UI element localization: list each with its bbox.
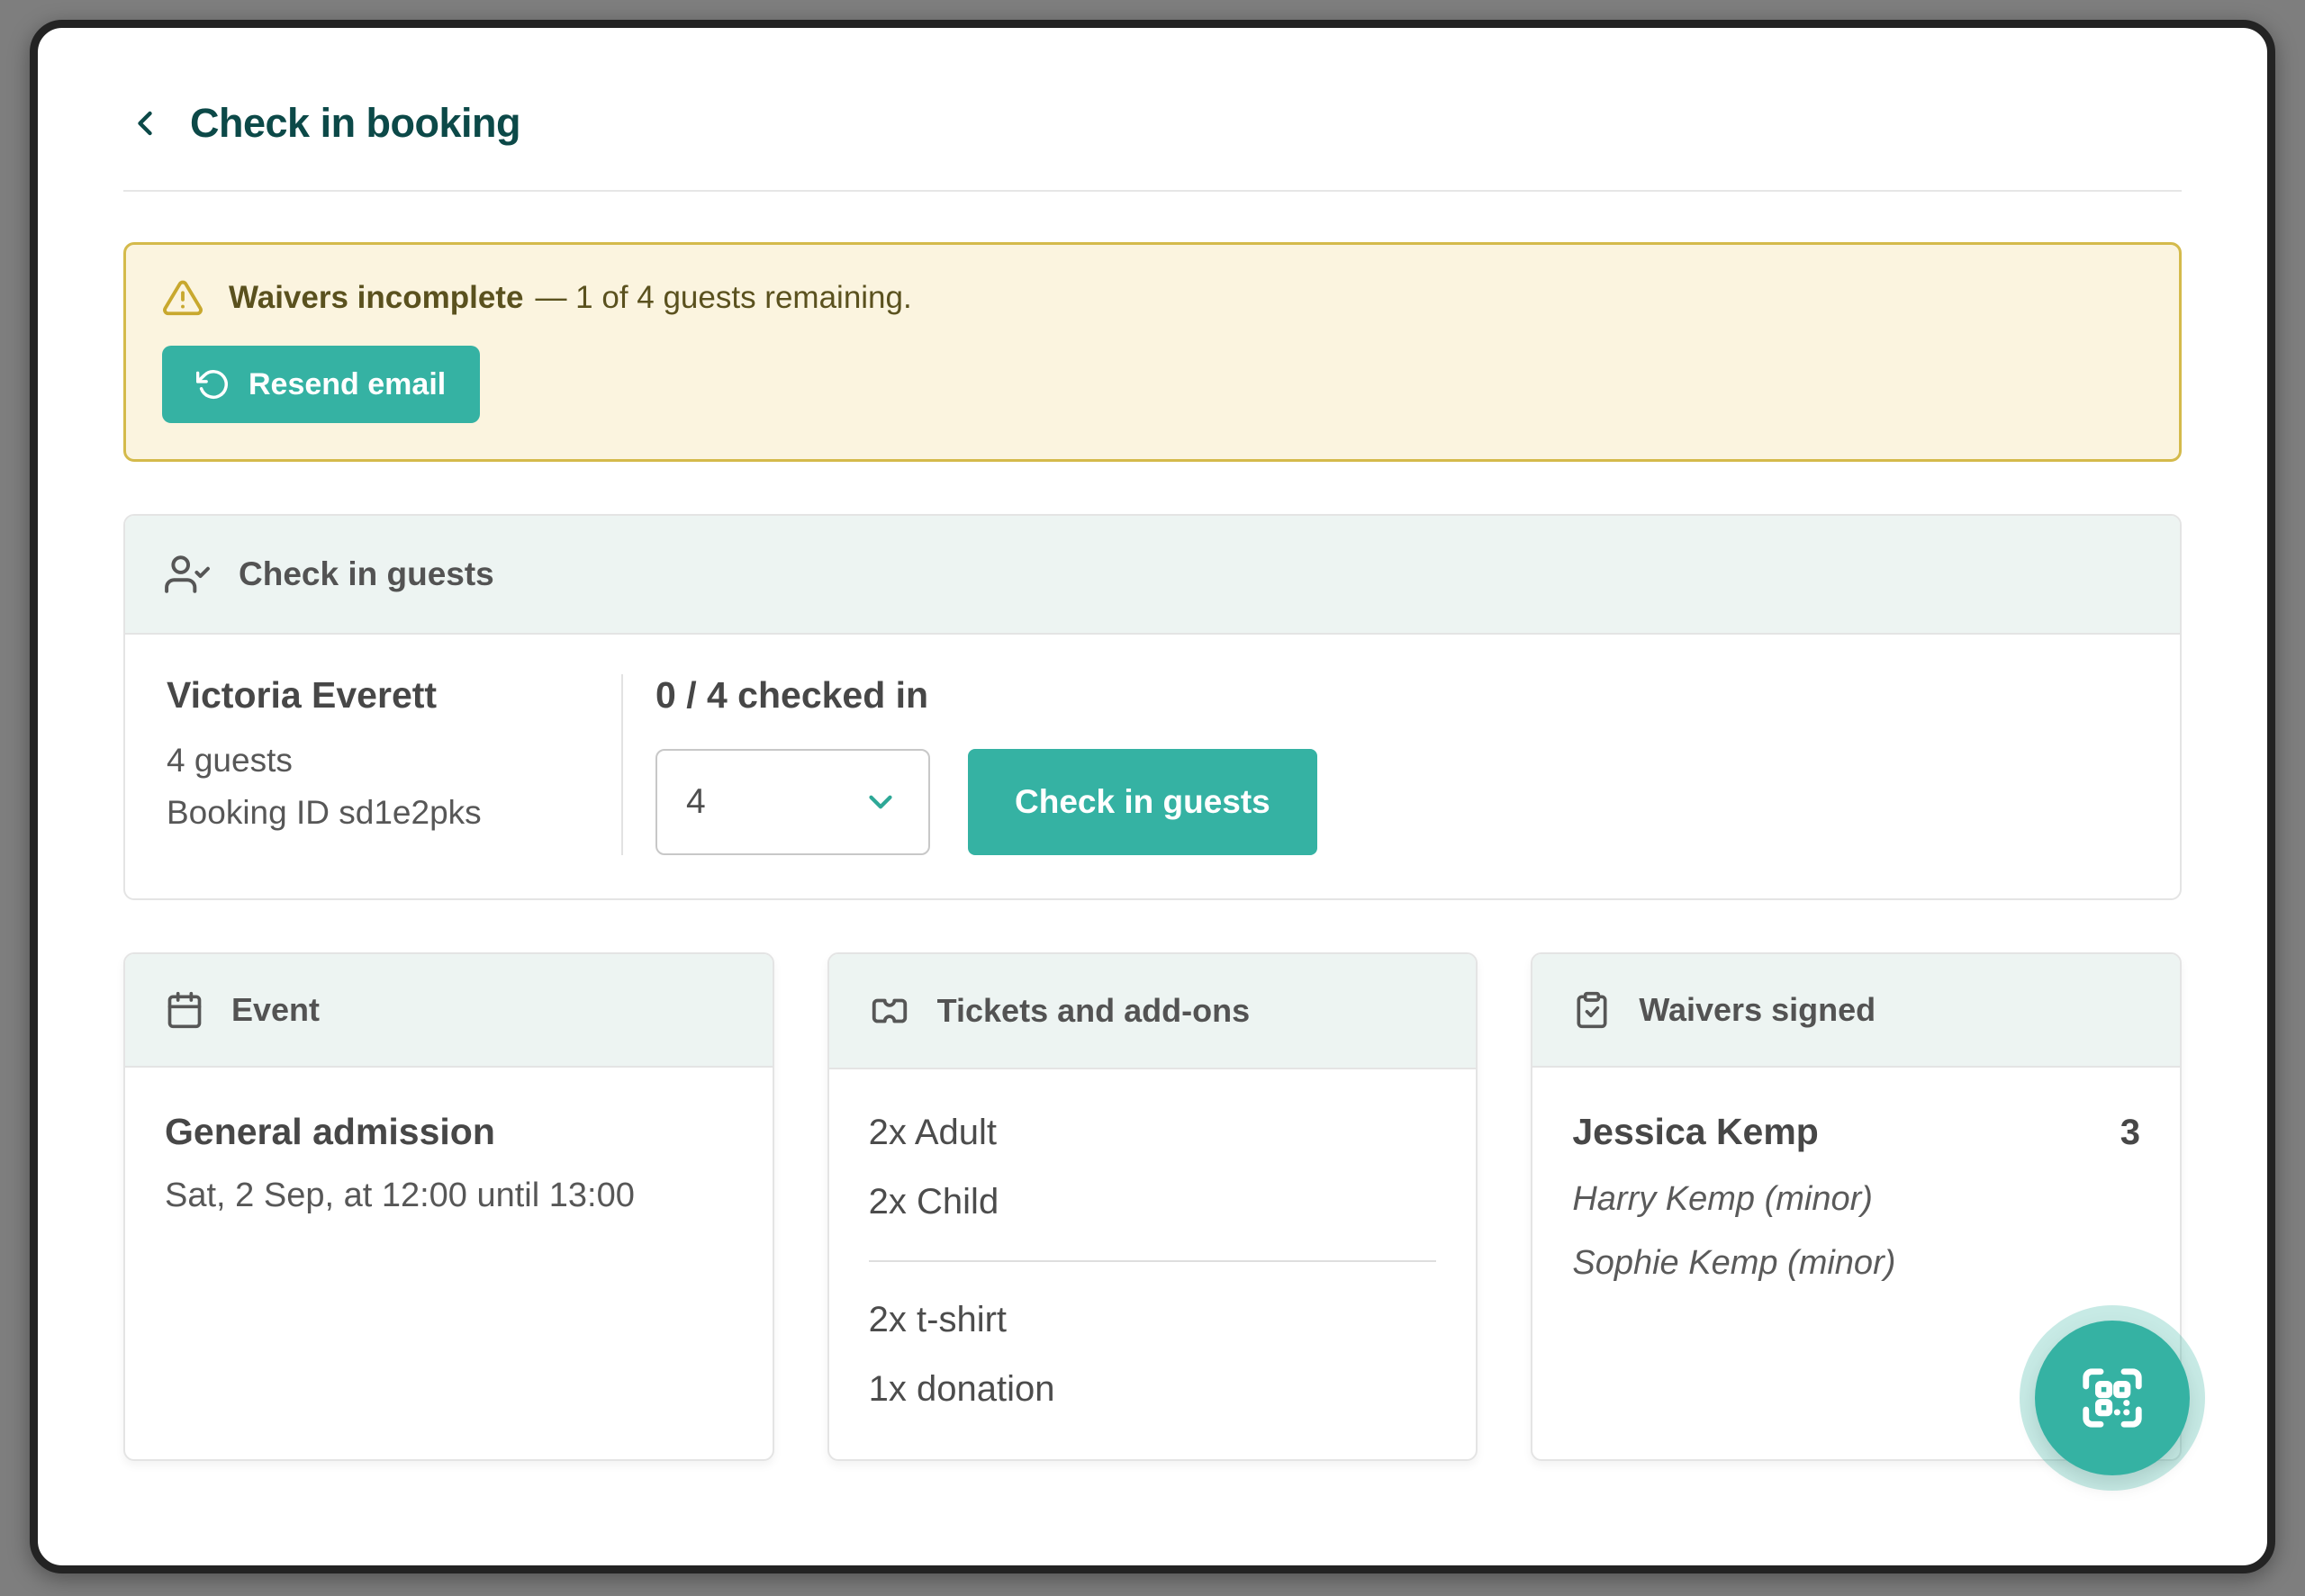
page-content: Check in booking Waivers incomplete — 1 … <box>38 28 2267 1565</box>
guest-name: Victoria Everett <box>167 674 585 717</box>
checkin-panel-body: Victoria Everett 4 guests Booking ID sd1… <box>125 635 2180 898</box>
addons-divider <box>869 1260 1437 1262</box>
waivers-card-header: Waivers signed <box>1532 954 2180 1068</box>
event-datetime: Sat, 2 Sep, at 12:00 until 13:00 <box>165 1177 733 1215</box>
tickets-card-header: Tickets and add-ons <box>829 954 1477 1069</box>
app-window: Check in booking Waivers incomplete — 1 … <box>30 20 2275 1573</box>
checked-in-progress: 0 / 4 checked in <box>655 674 1317 717</box>
checkin-panel: Check in guests Victoria Everett 4 guest… <box>123 514 2182 900</box>
warning-row: Waivers incomplete — 1 of 4 guests remai… <box>162 277 2143 319</box>
ticket-item: 2x Adult <box>869 1113 1437 1153</box>
waiver-primary-row: Jessica Kemp 3 <box>1572 1111 2140 1153</box>
waivers-card-title: Waivers signed <box>1639 991 1876 1029</box>
resend-email-button[interactable]: Resend email <box>162 346 480 423</box>
waiver-primary-name: Jessica Kemp <box>1572 1111 1819 1153</box>
guest-count-select[interactable]: 4 <box>655 749 930 855</box>
rotate-ccw-icon <box>196 367 230 401</box>
tickets-card-title: Tickets and add-ons <box>937 992 1250 1030</box>
vertical-divider <box>621 674 623 855</box>
resend-email-label: Resend email <box>249 367 446 402</box>
event-card-header: Event <box>125 954 773 1068</box>
warning-title: Waivers incomplete <box>229 280 523 316</box>
guest-count: 4 guests <box>167 742 585 780</box>
tickets-card-body: 2x Adult 2x Child 2x t-shirt 1x donation <box>829 1069 1477 1459</box>
calendar-icon <box>165 990 204 1030</box>
waivers-warning-banner: Waivers incomplete — 1 of 4 guests remai… <box>123 242 2182 462</box>
checkin-actions: 0 / 4 checked in 4 Check in guests <box>655 674 1317 855</box>
checkin-panel-header: Check in guests <box>125 516 2180 635</box>
event-card: Event General admission Sat, 2 Sep, at 1… <box>123 952 774 1461</box>
header-divider <box>123 190 2182 192</box>
ticket-icon <box>869 990 910 1032</box>
qr-scan-icon <box>2077 1363 2147 1433</box>
warning-text: Waivers incomplete — 1 of 4 guests remai… <box>229 280 912 316</box>
addon-item: 2x t-shirt <box>869 1300 1437 1340</box>
alert-triangle-icon <box>162 277 203 319</box>
tickets-card: Tickets and add-ons 2x Adult 2x Child 2x… <box>827 952 1478 1461</box>
guest-count-select-value: 4 <box>686 782 706 822</box>
addon-item: 1x donation <box>869 1369 1437 1410</box>
back-button[interactable] <box>123 102 167 145</box>
checkin-section-title: Check in guests <box>239 555 494 593</box>
summary-cards-row: Event General admission Sat, 2 Sep, at 1… <box>123 952 2182 1461</box>
event-card-title: Event <box>231 991 320 1029</box>
chevron-down-icon <box>862 783 899 821</box>
waiver-count: 3 <box>2120 1113 2140 1153</box>
ticket-item: 2x Child <box>869 1182 1437 1222</box>
guest-info: Victoria Everett 4 guests Booking ID sd1… <box>167 674 585 855</box>
clipboard-check-icon <box>1572 990 1612 1030</box>
check-in-guests-label: Check in guests <box>1015 783 1270 821</box>
chevron-left-icon <box>125 104 165 143</box>
checkin-action-row: 4 Check in guests <box>655 749 1317 855</box>
event-card-body: General admission Sat, 2 Sep, at 12:00 u… <box>125 1068 773 1459</box>
page-header: Check in booking <box>123 100 2182 147</box>
waiver-minor: Harry Kemp (minor) <box>1572 1180 2140 1219</box>
user-check-icon <box>165 552 210 597</box>
booking-id: Booking ID sd1e2pks <box>167 794 585 832</box>
event-name: General admission <box>165 1111 733 1153</box>
page-title: Check in booking <box>190 100 520 147</box>
scan-qr-button[interactable] <box>2035 1321 2190 1475</box>
check-in-guests-button[interactable]: Check in guests <box>968 749 1317 855</box>
warning-message: — 1 of 4 guests remaining. <box>535 280 911 316</box>
waiver-minor: Sophie Kemp (minor) <box>1572 1244 2140 1283</box>
